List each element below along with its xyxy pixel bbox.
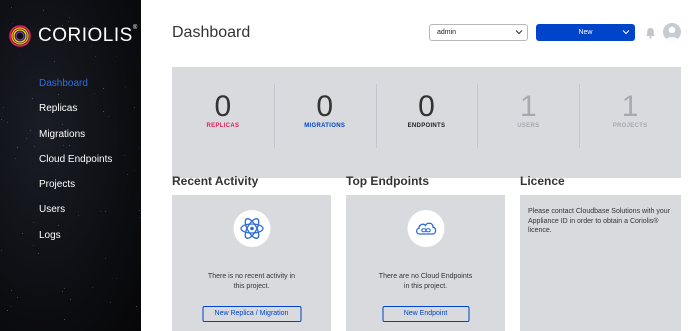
star-dot (3, 106, 5, 108)
star-dot (30, 129, 32, 131)
star-dot (16, 296, 18, 298)
star-dot (64, 319, 66, 321)
recent-activity-card: There is no recent activity in this proj… (172, 195, 331, 331)
star-dot (110, 301, 112, 303)
top-endpoints-title: Top Endpoints (346, 174, 430, 188)
star-dot (15, 157, 17, 159)
star-dot (69, 299, 71, 301)
stat-label: PROJECTS (612, 123, 648, 129)
stat-label: ENDPOINTS (407, 123, 446, 129)
stat-label: MIGRATIONS (304, 123, 346, 129)
star-dot (138, 217, 140, 219)
stat-label: REPLICAS (206, 123, 240, 129)
page-title: Dashboard (172, 24, 251, 41)
new-replica-migration-button[interactable]: New Replica / Migration (202, 306, 301, 322)
star-dot (134, 169, 136, 171)
star-dot (7, 121, 9, 123)
licence-card: Please contact Cloudbase Solutions with … (520, 195, 681, 331)
recent-activity-title: Recent Activity (172, 174, 259, 188)
star-dot (11, 305, 13, 307)
sidebar-item-replicas[interactable]: Replicas (39, 103, 112, 128)
star-dot (11, 6, 13, 8)
star-dot (94, 55, 96, 57)
star-dot (135, 305, 137, 307)
main-content: Dashboard admin New 0 REPLICAS 0 MIGRATI… (141, 0, 695, 331)
star-dot (123, 155, 125, 157)
chevron-down-icon (622, 30, 630, 35)
bell-icon[interactable] (645, 27, 656, 39)
avatar[interactable] (663, 23, 681, 41)
sidebar-nav: Dashboard Replicas Migrations Cloud Endp… (39, 78, 112, 255)
star-dot (137, 147, 139, 149)
star-dot (116, 55, 118, 57)
brand-registered-mark: ® (132, 25, 138, 31)
star-dot (133, 107, 135, 109)
chevron-down-icon (515, 30, 523, 35)
star-dot (7, 309, 8, 311)
star-dot (10, 290, 12, 292)
sidebar-item-projects[interactable]: Projects (39, 179, 112, 204)
stat-value: 0 (418, 90, 435, 123)
stats-panel: 0 REPLICAS 0 MIGRATIONS 0 ENDPOINTS 1 US… (172, 67, 681, 178)
stat-value: 1 (621, 90, 639, 123)
sidebar: CORIOLIS® Dashboard Replicas Migrations … (0, 0, 141, 331)
star-dot (92, 286, 94, 288)
star-dot (19, 54, 21, 56)
star-dot (68, 21, 70, 23)
user-select-value: admin (437, 29, 457, 36)
star-dot (42, 9, 44, 11)
star-dot (26, 138, 28, 140)
licence-message: Please contact Cloudbase Solutions with … (528, 208, 671, 234)
top-endpoints-message: There are no Cloud Endpoints in this pro… (378, 273, 473, 290)
new-endpoint-button[interactable]: New Endpoint (382, 306, 469, 322)
star-dot (126, 174, 128, 176)
star-dot (63, 287, 65, 289)
cloud-link-icon (415, 222, 436, 235)
recent-activity-message: There is no recent activity in this proj… (207, 273, 296, 290)
star-dot (21, 233, 23, 235)
top-endpoints-card: There are no Cloud Endpoints in this pro… (346, 195, 505, 331)
sidebar-item-users[interactable]: Users (39, 204, 112, 229)
star-dot (116, 278, 118, 280)
user-avatar-icon (665, 26, 679, 41)
sidebar-item-dashboard[interactable]: Dashboard (39, 78, 112, 103)
new-button[interactable]: New (536, 24, 635, 41)
stat-value: 0 (214, 90, 232, 123)
coriolis-logo-icon (9, 25, 31, 47)
star-dot (32, 221, 34, 223)
star-dot (69, 17, 71, 19)
atom-activity-icon (239, 218, 264, 239)
sidebar-item-migrations[interactable]: Migrations (39, 129, 112, 154)
star-dot (62, 291, 64, 293)
star-dot (33, 245, 35, 247)
sidebar-item-cloud-endpoints[interactable]: Cloud Endpoints (39, 154, 112, 179)
star-dot (1, 249, 3, 251)
stat-projects[interactable]: 1 PROJECTS (579, 67, 681, 178)
stat-endpoints[interactable]: 0 ENDPOINTS (375, 67, 478, 178)
stat-label: USERS (517, 123, 540, 129)
star-dot (32, 97, 34, 99)
activity-icon-wrap (233, 210, 270, 247)
brand[interactable]: CORIOLIS® (8, 24, 138, 48)
star-dot (16, 146, 18, 148)
licence-title: Licence (520, 174, 565, 188)
new-button-label: New (578, 29, 593, 36)
star-dot (0, 118, 2, 120)
brand-name: CORIOLIS® (38, 25, 138, 46)
endpoint-icon-wrap (407, 210, 444, 247)
star-dot (125, 87, 127, 89)
star-dot (34, 146, 36, 148)
stat-value: 0 (316, 90, 334, 123)
stat-value: 1 (519, 90, 537, 123)
sidebar-item-logs[interactable]: Logs (39, 230, 112, 255)
stat-replicas[interactable]: 0 REPLICAS (172, 67, 274, 178)
user-select[interactable]: admin (429, 24, 528, 41)
stat-migrations[interactable]: 0 MIGRATIONS (273, 67, 376, 178)
star-dot (105, 258, 107, 260)
stat-users[interactable]: 1 USERS (477, 67, 579, 178)
star-dot (54, 60, 56, 62)
star-dot (138, 209, 140, 211)
